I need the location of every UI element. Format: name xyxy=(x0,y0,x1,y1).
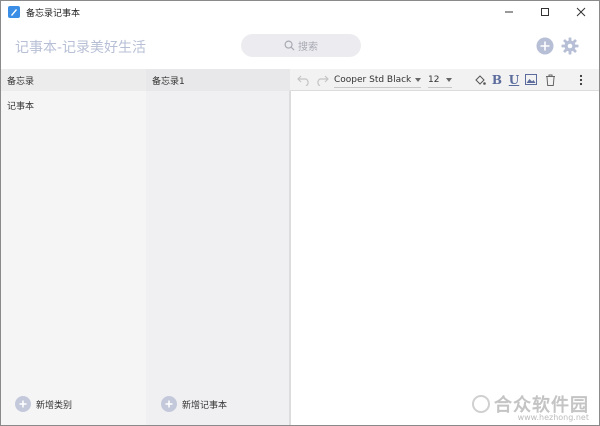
close-icon xyxy=(576,7,586,17)
font-family-value: Cooper Std Black xyxy=(334,74,412,85)
font-size-select[interactable]: 12 xyxy=(428,72,452,88)
add-category-label: 新增类别 xyxy=(36,400,73,411)
add-button[interactable] xyxy=(536,37,554,55)
trash-icon xyxy=(545,74,555,86)
undo-icon xyxy=(297,75,309,86)
insert-image-button[interactable] xyxy=(524,69,538,91)
search-icon xyxy=(284,40,295,51)
chevron-down-icon xyxy=(415,78,421,82)
add-category-button[interactable]: 新增类别 xyxy=(15,396,72,412)
watermark-url: www.hezhong.net xyxy=(517,413,589,422)
font-family-select[interactable]: Cooper Std Black xyxy=(334,72,421,88)
maximize-button[interactable] xyxy=(527,1,563,23)
minimize-button[interactable] xyxy=(491,1,527,23)
font-size-value: 12 xyxy=(428,74,440,85)
editor-panel: Cooper Std Black 12 B U 合众软件园 www.hezhon… xyxy=(290,69,599,425)
more-button[interactable] xyxy=(576,69,586,91)
underline-button[interactable]: U xyxy=(507,69,521,91)
window-controls xyxy=(491,1,599,23)
more-icon xyxy=(579,74,583,85)
maximize-icon xyxy=(541,8,549,16)
notes-panel: 备忘录1 新增记事本 xyxy=(146,69,290,425)
delete-button[interactable] xyxy=(543,69,557,91)
settings-button[interactable] xyxy=(561,37,579,55)
undo-button[interactable] xyxy=(296,69,312,91)
watermark-logo-icon xyxy=(472,395,490,413)
category-item[interactable]: 记事本 xyxy=(7,99,34,112)
fill-color-button[interactable] xyxy=(473,69,487,91)
redo-button[interactable] xyxy=(314,69,330,91)
add-note-label: 新增记事本 xyxy=(182,400,228,411)
notes-panel-title: 备忘录1 xyxy=(146,69,290,91)
app-window: 备忘录记事本 记事本-记录美好生活 搜索 备忘录 记事本 新增类别 备忘录1 新… xyxy=(0,0,600,426)
editor-toolbar: Cooper Std Black 12 B U xyxy=(290,69,599,91)
plus-icon xyxy=(161,396,177,412)
category-panel: 备忘录 记事本 新增类别 xyxy=(1,69,146,425)
fill-color-icon xyxy=(475,74,486,85)
redo-icon xyxy=(317,75,329,86)
add-note-button[interactable]: 新增记事本 xyxy=(161,396,227,412)
chevron-down-icon xyxy=(446,78,452,82)
category-panel-title: 备忘录 xyxy=(1,69,146,91)
app-icon xyxy=(8,6,20,18)
gear-icon xyxy=(561,37,579,55)
app-header: 记事本-记录美好生活 搜索 xyxy=(1,23,599,69)
close-button[interactable] xyxy=(563,1,599,23)
image-icon xyxy=(525,74,537,85)
note-editor[interactable] xyxy=(290,91,599,425)
minimize-icon xyxy=(505,11,513,13)
search-box[interactable]: 搜索 xyxy=(241,34,361,57)
bold-button[interactable]: B xyxy=(490,69,504,91)
search-placeholder: 搜索 xyxy=(298,42,318,53)
window-title: 备忘录记事本 xyxy=(26,8,81,19)
app-slogan: 记事本-记录美好生活 xyxy=(15,40,147,56)
plus-circle-icon xyxy=(536,37,554,55)
plus-icon xyxy=(15,396,31,412)
title-bar: 备忘录记事本 xyxy=(1,1,599,23)
watermark: 合众软件园 www.hezhong.net xyxy=(472,391,589,422)
